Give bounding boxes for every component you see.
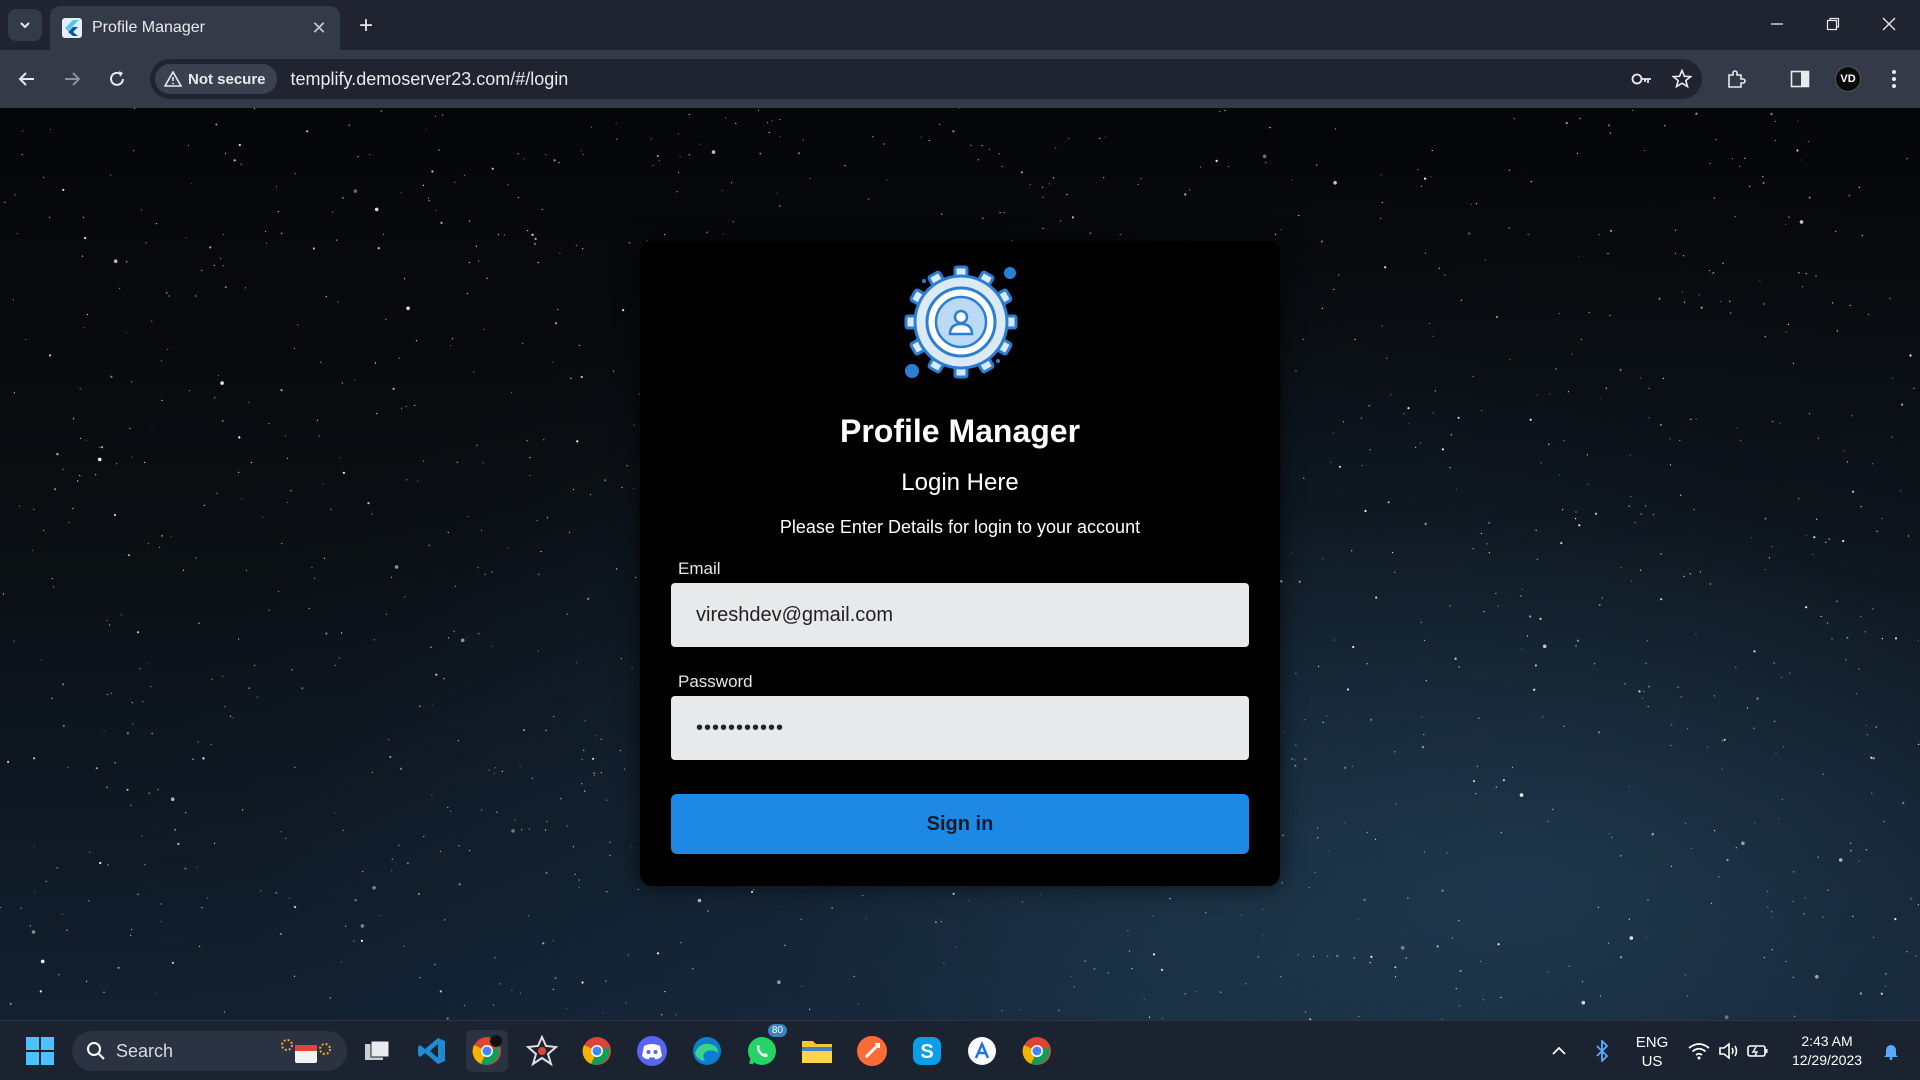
windows-taskbar: Search 80 S ENG US 2:43 AM 12/29/2023 xyxy=(0,1020,1920,1080)
chevron-down-icon xyxy=(20,22,30,29)
bluetooth-icon[interactable] xyxy=(1584,1030,1620,1072)
back-button[interactable] xyxy=(10,62,44,96)
browser-toolbar: Not secure templify.demoserver23.com/#/l… xyxy=(0,50,1920,108)
email-field[interactable]: vireshdev@gmail.com xyxy=(671,583,1249,647)
skype-icon[interactable]: S xyxy=(906,1030,948,1072)
search-icon xyxy=(87,1042,105,1060)
postman-icon[interactable] xyxy=(851,1030,893,1072)
taskbar-search[interactable]: Search xyxy=(72,1031,347,1071)
arrow-right-icon xyxy=(65,72,81,86)
edge-icon[interactable] xyxy=(686,1030,728,1072)
profile-button[interactable]: VD xyxy=(1830,62,1866,96)
puzzle-icon xyxy=(1728,70,1746,88)
extensions-button[interactable] xyxy=(1718,62,1754,96)
minimize-button[interactable] xyxy=(1754,6,1800,42)
close-icon xyxy=(1882,17,1896,31)
restore-icon xyxy=(1826,17,1840,31)
login-card: Profile Manager Login Here Please Enter … xyxy=(640,241,1280,886)
new-tab-button[interactable]: + xyxy=(352,12,380,40)
side-panel-button[interactable] xyxy=(1782,62,1818,96)
forward-button[interactable] xyxy=(55,62,89,96)
login-heading: Login Here xyxy=(901,469,1019,496)
notification-bell-icon[interactable] xyxy=(1876,1030,1906,1072)
volume-icon[interactable] xyxy=(1714,1030,1744,1072)
app-title: Profile Manager xyxy=(839,413,1081,449)
file-explorer-icon[interactable] xyxy=(796,1030,838,1072)
whatsapp-icon[interactable]: 80 xyxy=(741,1024,787,1072)
close-window-button[interactable] xyxy=(1866,6,1912,42)
arrow-left-icon xyxy=(18,72,34,86)
region-label: US xyxy=(1641,1053,1663,1070)
avatar: VD xyxy=(1835,66,1861,92)
close-tab-icon[interactable]: ✕ xyxy=(308,17,330,39)
task-view-icon[interactable] xyxy=(356,1030,398,1072)
clock-date: 12/29/2023 xyxy=(1791,1052,1863,1068)
battery-icon[interactable] xyxy=(1743,1030,1773,1072)
tab-search-button[interactable] xyxy=(8,9,42,41)
browser-tab[interactable]: Profile Manager ✕ xyxy=(50,6,340,50)
email-label: Email xyxy=(678,559,721,578)
svg-text:S: S xyxy=(920,1041,933,1063)
vscode-icon[interactable] xyxy=(411,1030,453,1072)
calendar-fireworks-icon xyxy=(281,1039,332,1063)
flutter-icon xyxy=(62,18,82,38)
address-bar[interactable]: Not secure templify.demoserver23.com/#/l… xyxy=(150,59,1702,99)
whatsapp-badge: 80 xyxy=(767,1024,787,1037)
url-text[interactable]: templify.demoserver23.com/#/login xyxy=(291,69,1622,90)
app-store-icon[interactable] xyxy=(961,1030,1003,1072)
clock-time: 2:43 AM xyxy=(1801,1033,1853,1049)
reload-icon xyxy=(110,71,124,86)
clock[interactable]: 2:43 AM 12/29/2023 xyxy=(1782,1032,1872,1070)
language-label: ENG xyxy=(1635,1034,1669,1051)
chrome-icon[interactable] xyxy=(576,1030,618,1072)
wifi-icon[interactable] xyxy=(1684,1030,1714,1072)
minimize-icon xyxy=(1771,23,1783,25)
windows-start-icon[interactable] xyxy=(19,1030,61,1072)
search-placeholder: Search xyxy=(116,1040,174,1061)
reload-button[interactable] xyxy=(100,62,134,96)
side-panel-icon xyxy=(1790,70,1810,88)
password-key-icon[interactable] xyxy=(1622,59,1662,99)
security-label: Not secure xyxy=(188,70,266,88)
tab-title: Profile Manager xyxy=(92,19,205,36)
password-label: Password xyxy=(678,672,753,691)
chevron-up-icon[interactable] xyxy=(1541,1030,1577,1072)
page-viewport: Profile Manager Login Here Please Enter … xyxy=(0,108,1920,1020)
discord-icon[interactable] xyxy=(631,1030,673,1072)
browser-tabstrip: Profile Manager ✕ + xyxy=(0,0,1920,50)
bookmark-star-icon[interactable] xyxy=(1662,59,1702,99)
chrome-alt-icon[interactable] xyxy=(1016,1030,1058,1072)
login-subtitle: Please Enter Details for login to your a… xyxy=(779,517,1141,537)
restore-button[interactable] xyxy=(1810,6,1856,42)
user-gear-icon xyxy=(904,265,1018,379)
kebab-menu-icon xyxy=(1892,70,1896,88)
security-chip[interactable]: Not secure xyxy=(155,64,277,94)
chrome-profile-icon[interactable] xyxy=(466,1030,508,1072)
password-field[interactable]: ••••••••••• xyxy=(671,696,1249,760)
warning-icon xyxy=(164,71,182,87)
browser-menu-button[interactable] xyxy=(1876,62,1912,96)
sign-in-button[interactable]: Sign in xyxy=(671,794,1249,854)
language-indicator[interactable]: ENG US xyxy=(1625,1033,1679,1071)
spider-app-icon[interactable] xyxy=(521,1030,563,1072)
